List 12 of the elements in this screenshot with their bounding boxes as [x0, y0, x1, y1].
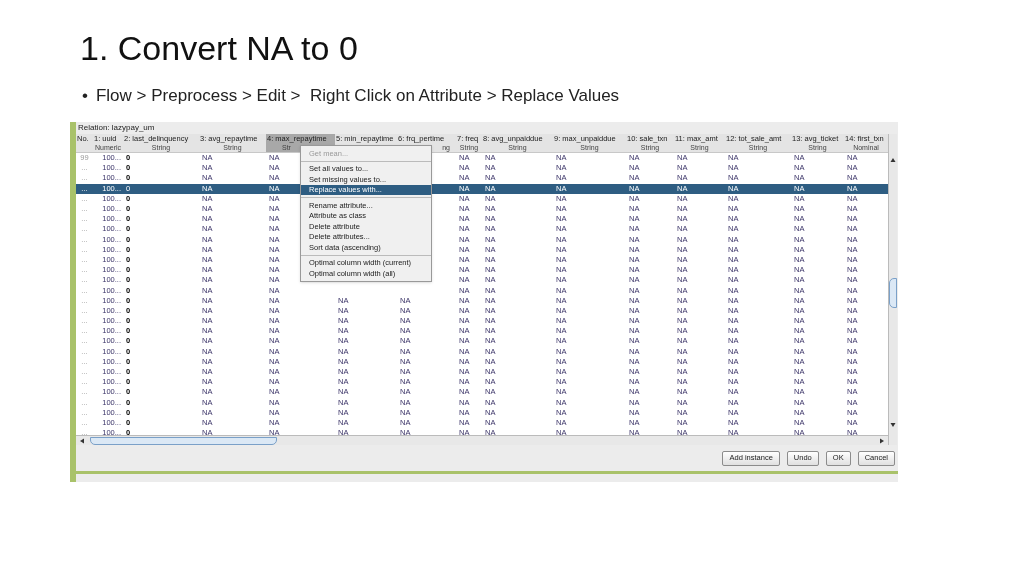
bullet-marker: •: [82, 86, 88, 106]
scroll-thumb[interactable]: [90, 436, 277, 445]
slide-title: 1. Convert NA to 0: [80, 28, 358, 68]
vertical-scrollbar[interactable]: [888, 134, 897, 445]
scroll-thumb[interactable]: [889, 277, 897, 308]
right-arrow-icon[interactable]: [878, 436, 886, 445]
relation-label: Relation: lazypay_um: [77, 122, 155, 134]
down-arrow-icon[interactable]: [889, 421, 897, 429]
horizontal-scrollbar[interactable]: [76, 435, 888, 445]
bullet-text: Flow > Preprocess > Edit > Right Click on Attribute > Replace Values: [95, 86, 620, 106]
left-arrow-icon[interactable]: [78, 436, 86, 445]
up-arrow-icon[interactable]: [889, 156, 897, 164]
